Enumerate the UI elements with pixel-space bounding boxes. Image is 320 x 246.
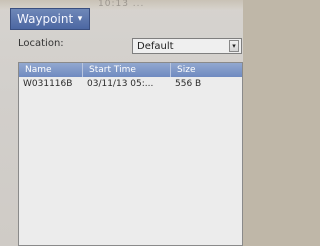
location-selected-value: Default bbox=[137, 40, 174, 52]
table-row[interactable]: W031116B 03/11/13 05:... 556 B bbox=[19, 77, 242, 91]
location-label: Location: bbox=[18, 38, 64, 49]
cell-name: W031116B bbox=[23, 79, 73, 89]
table-header: Name Start Time Size bbox=[19, 63, 242, 77]
column-header-name[interactable]: Name bbox=[19, 63, 83, 77]
waypoint-menu-label: Waypoint bbox=[17, 12, 74, 26]
waypoint-table: Name Start Time Size W031116B 03/11/13 0… bbox=[18, 62, 243, 246]
dropdown-arrow-icon[interactable]: ▾ bbox=[229, 40, 239, 52]
column-header-size[interactable]: Size bbox=[171, 63, 242, 77]
cell-size: 556 B bbox=[175, 79, 202, 89]
chevron-down-icon: ▾ bbox=[77, 14, 83, 24]
cell-start-time: 03/11/13 05:... bbox=[87, 79, 154, 89]
waypoint-menu-button[interactable]: Waypoint ▾ bbox=[10, 8, 90, 30]
app-screen: 10:13 ... Waypoint ▾ Location: Default ▾… bbox=[0, 0, 243, 246]
status-text: 10:13 ... bbox=[98, 0, 145, 9]
column-header-start-time[interactable]: Start Time bbox=[83, 63, 171, 77]
location-select[interactable]: Default ▾ bbox=[132, 38, 242, 54]
